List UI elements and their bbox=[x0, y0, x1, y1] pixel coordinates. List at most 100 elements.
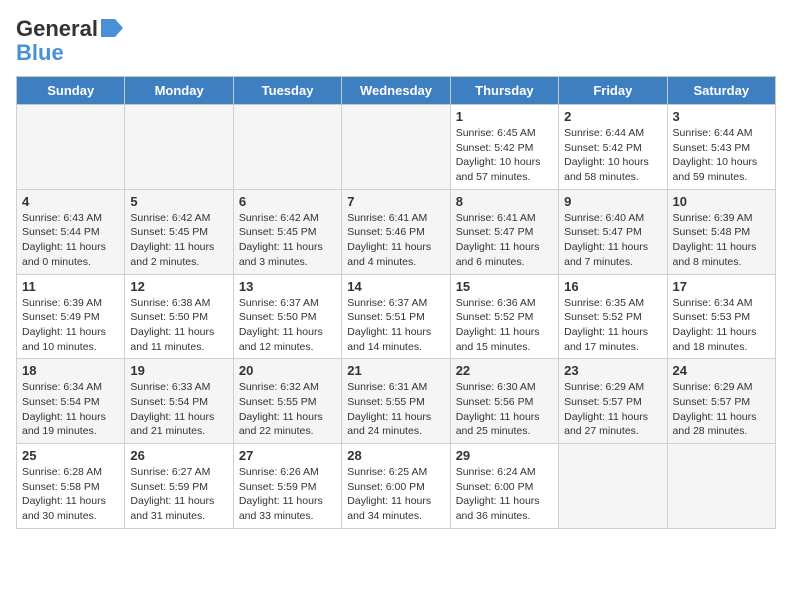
logo-general-text: General bbox=[16, 16, 98, 42]
day-info: Sunrise: 6:36 AM Sunset: 5:52 PM Dayligh… bbox=[456, 296, 553, 355]
day-number: 17 bbox=[673, 279, 770, 294]
day-info: Sunrise: 6:26 AM Sunset: 5:59 PM Dayligh… bbox=[239, 465, 336, 524]
day-info: Sunrise: 6:39 AM Sunset: 5:48 PM Dayligh… bbox=[673, 211, 770, 270]
calendar-cell: 11Sunrise: 6:39 AM Sunset: 5:49 PM Dayli… bbox=[17, 274, 125, 359]
day-number: 14 bbox=[347, 279, 444, 294]
day-number: 18 bbox=[22, 363, 119, 378]
calendar-cell: 5 Sunrise: 6:42 AM Sunset: 5:45 PM Daylig… bbox=[125, 189, 233, 274]
calendar-header-row: SundayMondayTuesdayWednesdayThursdayFrid… bbox=[17, 77, 776, 105]
calendar-cell: 12 Sunrise: 6:38 AM Sunset: 5:50 PM Dayli… bbox=[125, 274, 233, 359]
day-number: 13 bbox=[239, 279, 336, 294]
day-info: Sunrise: 6:41 AM Sunset: 5:46 PM Dayligh… bbox=[347, 211, 444, 270]
day-header-friday: Friday bbox=[559, 77, 667, 105]
day-number: 23 bbox=[564, 363, 661, 378]
calendar-cell bbox=[667, 444, 775, 529]
calendar-cell: 18 Sunrise: 6:34 AM Sunset: 5:54 PM Dayli… bbox=[17, 359, 125, 444]
calendar-cell: 9 Sunrise: 6:40 AM Sunset: 5:47 PM Daylig… bbox=[559, 189, 667, 274]
calendar-cell: 20 Sunrise: 6:32 AM Sunset: 5:55 PM Dayli… bbox=[233, 359, 341, 444]
calendar-table: SundayMondayTuesdayWednesdayThursdayFrid… bbox=[16, 76, 776, 529]
calendar-week-row: 1 Sunrise: 6:45 AM Sunset: 5:42 PM Daylig… bbox=[17, 105, 776, 190]
calendar-cell: 2 Sunrise: 6:44 AM Sunset: 5:42 PM Daylig… bbox=[559, 105, 667, 190]
day-header-saturday: Saturday bbox=[667, 77, 775, 105]
day-number: 3 bbox=[673, 109, 770, 124]
calendar-cell: 1 Sunrise: 6:45 AM Sunset: 5:42 PM Daylig… bbox=[450, 105, 558, 190]
day-info: Sunrise: 6:40 AM Sunset: 5:47 PM Dayligh… bbox=[564, 211, 661, 270]
day-info: Sunrise: 6:42 AM Sunset: 5:45 PM Dayligh… bbox=[130, 211, 227, 270]
day-number: 8 bbox=[456, 194, 553, 209]
day-number: 7 bbox=[347, 194, 444, 209]
day-number: 1 bbox=[456, 109, 553, 124]
day-info: Sunrise: 6:37 AM Sunset: 5:51 PM Dayligh… bbox=[347, 296, 444, 355]
day-info: Sunrise: 6:24 AM Sunset: 6:00 PM Dayligh… bbox=[456, 465, 553, 524]
calendar-cell: 6 Sunrise: 6:42 AM Sunset: 5:45 PM Daylig… bbox=[233, 189, 341, 274]
calendar-cell: 17Sunrise: 6:34 AM Sunset: 5:53 PM Dayli… bbox=[667, 274, 775, 359]
day-number: 16 bbox=[564, 279, 661, 294]
calendar-cell: 15 Sunrise: 6:36 AM Sunset: 5:52 PM Dayli… bbox=[450, 274, 558, 359]
day-header-thursday: Thursday bbox=[450, 77, 558, 105]
calendar-cell: 24Sunrise: 6:29 AM Sunset: 5:57 PM Dayli… bbox=[667, 359, 775, 444]
calendar-cell: 3 Sunrise: 6:44 AM Sunset: 5:43 PM Daylig… bbox=[667, 105, 775, 190]
calendar-cell: 27 Sunrise: 6:26 AM Sunset: 5:59 PM Dayli… bbox=[233, 444, 341, 529]
day-info: Sunrise: 6:42 AM Sunset: 5:45 PM Dayligh… bbox=[239, 211, 336, 270]
day-info: Sunrise: 6:43 AM Sunset: 5:44 PM Dayligh… bbox=[22, 211, 119, 270]
calendar-cell: 19Sunrise: 6:33 AM Sunset: 5:54 PM Dayli… bbox=[125, 359, 233, 444]
day-number: 21 bbox=[347, 363, 444, 378]
day-number: 12 bbox=[130, 279, 227, 294]
calendar-cell: 16Sunrise: 6:35 AM Sunset: 5:52 PM Dayli… bbox=[559, 274, 667, 359]
calendar-week-row: 25 Sunrise: 6:28 AM Sunset: 5:58 PM Dayli… bbox=[17, 444, 776, 529]
day-number: 25 bbox=[22, 448, 119, 463]
calendar-cell: 29 Sunrise: 6:24 AM Sunset: 6:00 PM Dayli… bbox=[450, 444, 558, 529]
day-header-monday: Monday bbox=[125, 77, 233, 105]
day-info: Sunrise: 6:31 AM Sunset: 5:55 PM Dayligh… bbox=[347, 380, 444, 439]
calendar-cell bbox=[342, 105, 450, 190]
logo-arrow-icon bbox=[101, 19, 123, 42]
day-info: Sunrise: 6:33 AM Sunset: 5:54 PM Dayligh… bbox=[130, 380, 227, 439]
day-number: 24 bbox=[673, 363, 770, 378]
day-header-tuesday: Tuesday bbox=[233, 77, 341, 105]
header: General Blue bbox=[16, 16, 776, 66]
day-info: Sunrise: 6:44 AM Sunset: 5:43 PM Dayligh… bbox=[673, 126, 770, 185]
calendar-cell: 26 Sunrise: 6:27 AM Sunset: 5:59 PM Dayli… bbox=[125, 444, 233, 529]
calendar-cell: 14 Sunrise: 6:37 AM Sunset: 5:51 PM Dayli… bbox=[342, 274, 450, 359]
calendar-cell bbox=[125, 105, 233, 190]
day-info: Sunrise: 6:41 AM Sunset: 5:47 PM Dayligh… bbox=[456, 211, 553, 270]
logo-blue-text: Blue bbox=[16, 40, 64, 66]
day-number: 2 bbox=[564, 109, 661, 124]
calendar-cell: 25 Sunrise: 6:28 AM Sunset: 5:58 PM Dayli… bbox=[17, 444, 125, 529]
calendar-cell: 10 Sunrise: 6:39 AM Sunset: 5:48 PM Dayli… bbox=[667, 189, 775, 274]
calendar-cell: 21 Sunrise: 6:31 AM Sunset: 5:55 PM Dayli… bbox=[342, 359, 450, 444]
day-info: Sunrise: 6:27 AM Sunset: 5:59 PM Dayligh… bbox=[130, 465, 227, 524]
day-number: 27 bbox=[239, 448, 336, 463]
day-info: Sunrise: 6:28 AM Sunset: 5:58 PM Dayligh… bbox=[22, 465, 119, 524]
calendar-cell bbox=[233, 105, 341, 190]
calendar-cell: 7 Sunrise: 6:41 AM Sunset: 5:46 PM Daylig… bbox=[342, 189, 450, 274]
day-number: 29 bbox=[456, 448, 553, 463]
calendar-cell bbox=[17, 105, 125, 190]
day-info: Sunrise: 6:34 AM Sunset: 5:54 PM Dayligh… bbox=[22, 380, 119, 439]
day-number: 10 bbox=[673, 194, 770, 209]
day-info: Sunrise: 6:38 AM Sunset: 5:50 PM Dayligh… bbox=[130, 296, 227, 355]
day-number: 6 bbox=[239, 194, 336, 209]
day-number: 5 bbox=[130, 194, 227, 209]
day-header-wednesday: Wednesday bbox=[342, 77, 450, 105]
day-number: 20 bbox=[239, 363, 336, 378]
calendar-cell bbox=[559, 444, 667, 529]
day-info: Sunrise: 6:29 AM Sunset: 5:57 PM Dayligh… bbox=[564, 380, 661, 439]
day-info: Sunrise: 6:44 AM Sunset: 5:42 PM Dayligh… bbox=[564, 126, 661, 185]
day-number: 9 bbox=[564, 194, 661, 209]
day-number: 15 bbox=[456, 279, 553, 294]
calendar-cell: 4 Sunrise: 6:43 AM Sunset: 5:44 PM Daylig… bbox=[17, 189, 125, 274]
day-number: 28 bbox=[347, 448, 444, 463]
day-number: 11 bbox=[22, 279, 119, 294]
day-number: 26 bbox=[130, 448, 227, 463]
calendar-cell: 28 Sunrise: 6:25 AM Sunset: 6:00 PM Dayli… bbox=[342, 444, 450, 529]
day-info: Sunrise: 6:32 AM Sunset: 5:55 PM Dayligh… bbox=[239, 380, 336, 439]
calendar-cell: 22Sunrise: 6:30 AM Sunset: 5:56 PM Dayli… bbox=[450, 359, 558, 444]
day-number: 4 bbox=[22, 194, 119, 209]
calendar-cell: 8 Sunrise: 6:41 AM Sunset: 5:47 PM Daylig… bbox=[450, 189, 558, 274]
day-info: Sunrise: 6:25 AM Sunset: 6:00 PM Dayligh… bbox=[347, 465, 444, 524]
day-info: Sunrise: 6:45 AM Sunset: 5:42 PM Dayligh… bbox=[456, 126, 553, 185]
calendar-week-row: 11Sunrise: 6:39 AM Sunset: 5:49 PM Dayli… bbox=[17, 274, 776, 359]
calendar-week-row: 18 Sunrise: 6:34 AM Sunset: 5:54 PM Dayli… bbox=[17, 359, 776, 444]
logo: General Blue bbox=[16, 16, 123, 66]
